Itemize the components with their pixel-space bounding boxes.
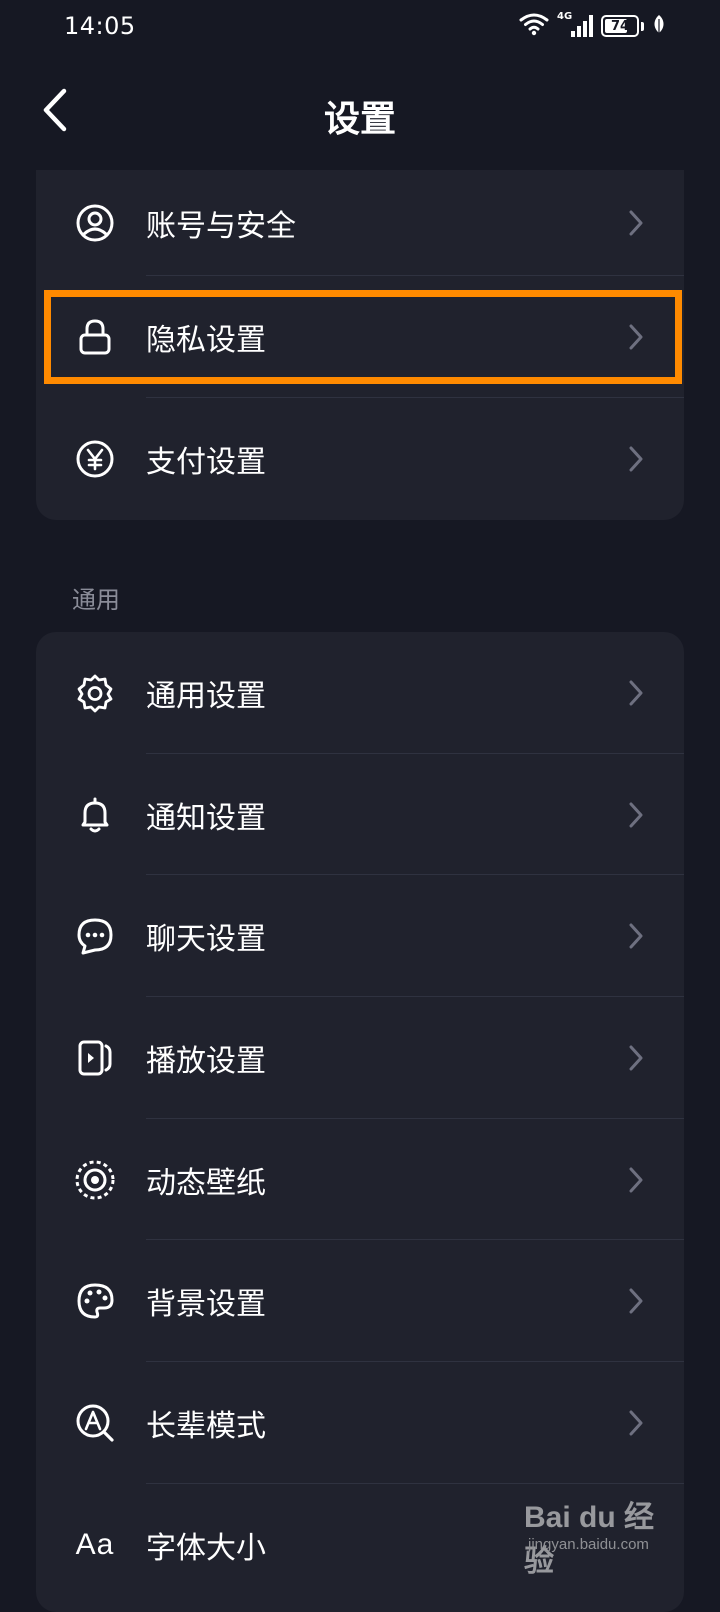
settings-row-label: 字体大小 bbox=[146, 1530, 266, 1566]
chevron-right-icon bbox=[626, 678, 646, 708]
settings-row-label: 播放设置 bbox=[146, 1043, 266, 1079]
baidu-watermark: Bai du 经验 jingyan.baidu.com bbox=[524, 1490, 674, 1578]
watermark-url: jingyan.baidu.com bbox=[528, 1536, 649, 1553]
elder-mode-icon bbox=[74, 1402, 116, 1444]
settings-row-label: 聊天设置 bbox=[146, 922, 266, 958]
status-bar: 14:05 4G 74 bbox=[0, 0, 720, 52]
account-settings-card: 账号与安全 隐私设置 支付设置 bbox=[36, 170, 684, 520]
general-settings-card: 通用设置 通知设置 聊天设置 播放设置 动态壁纸 背景设置 长辈模式 Aa 字体… bbox=[36, 632, 684, 1612]
settings-row-background[interactable]: 背景设置 bbox=[36, 1240, 684, 1363]
chevron-right-icon bbox=[626, 800, 646, 830]
battery-nub bbox=[641, 21, 644, 31]
section-header-general: 通用 bbox=[72, 586, 120, 614]
settings-row-label: 账号与安全 bbox=[146, 209, 296, 244]
battery-level: 74 bbox=[610, 18, 630, 34]
palette-icon bbox=[74, 1280, 116, 1322]
chevron-right-icon bbox=[626, 1043, 646, 1073]
chevron-right-icon bbox=[626, 921, 646, 951]
settings-row-chat[interactable]: 聊天设置 bbox=[36, 875, 684, 998]
status-icons: 4G 74 bbox=[519, 11, 666, 40]
settings-row-notification[interactable]: 通知设置 bbox=[36, 754, 684, 876]
battery-icon: 74 bbox=[601, 15, 639, 37]
settings-row-wallpaper[interactable]: 动态壁纸 bbox=[36, 1119, 684, 1241]
chevron-right-icon bbox=[626, 208, 646, 238]
settings-row-label: 通知设置 bbox=[146, 800, 266, 836]
wallpaper-icon bbox=[74, 1159, 116, 1201]
nav-bar: 设置 bbox=[0, 60, 720, 166]
settings-row-playback[interactable]: 播放设置 bbox=[36, 997, 684, 1119]
chevron-right-icon bbox=[626, 1286, 646, 1316]
settings-row-label: 动态壁纸 bbox=[146, 1165, 266, 1201]
settings-row-privacy[interactable]: 隐私设置 bbox=[36, 276, 684, 398]
settings-row-label: 背景设置 bbox=[146, 1287, 266, 1323]
settings-row-elder-mode[interactable]: 长辈模式 bbox=[36, 1362, 684, 1484]
settings-row-account-security[interactable]: 账号与安全 bbox=[36, 170, 684, 276]
wifi-icon bbox=[519, 12, 549, 40]
leaf-icon bbox=[652, 14, 666, 38]
chevron-right-icon bbox=[626, 322, 646, 352]
settings-row-label: 通用设置 bbox=[146, 678, 266, 714]
bell-icon bbox=[74, 794, 116, 836]
gear-icon bbox=[74, 672, 116, 714]
user-circle-icon bbox=[74, 202, 116, 244]
signal-icon: 4G bbox=[557, 11, 593, 39]
chevron-right-icon bbox=[626, 1408, 646, 1438]
settings-row-label: 隐私设置 bbox=[146, 322, 266, 358]
settings-row-label: 长辈模式 bbox=[146, 1408, 266, 1444]
settings-row-general[interactable]: 通用设置 bbox=[36, 632, 684, 754]
play-screen-icon bbox=[74, 1037, 116, 1079]
settings-row-payment[interactable]: 支付设置 bbox=[36, 398, 684, 520]
lock-icon bbox=[74, 316, 116, 358]
chat-bubble-icon bbox=[74, 915, 116, 957]
status-time: 14:05 bbox=[64, 12, 136, 40]
chevron-right-icon bbox=[626, 444, 646, 474]
settings-row-label: 支付设置 bbox=[146, 444, 266, 480]
yen-circle-icon bbox=[74, 438, 116, 480]
chevron-right-icon bbox=[626, 1165, 646, 1195]
page-title: 设置 bbox=[323, 99, 396, 140]
font-size-glyph: Aa bbox=[75, 1527, 115, 1561]
font-size-icon: Aa bbox=[74, 1524, 116, 1566]
